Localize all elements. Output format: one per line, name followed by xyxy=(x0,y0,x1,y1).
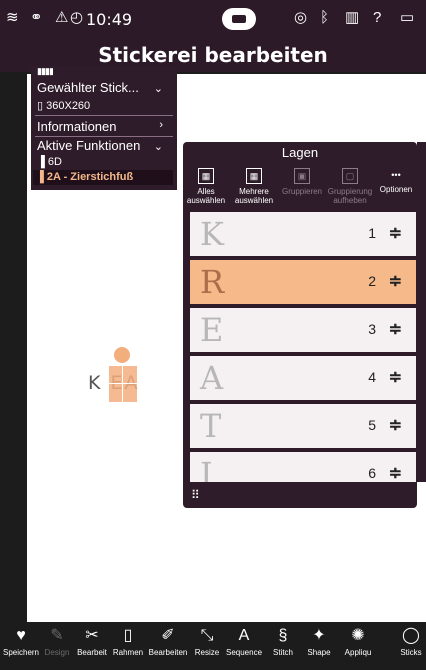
layer-thumbnail: A xyxy=(200,359,224,397)
needle-icon: ▐ xyxy=(37,156,45,168)
layers-toolbar: ▦ Alles auswählen ▦ Mehrere auswählen ▣ … xyxy=(183,164,417,208)
multi-select-icon: ▦ xyxy=(246,168,262,184)
foot-icon: ▐ xyxy=(36,171,44,183)
hoop-size: ▯ 360X260 xyxy=(37,100,91,112)
machine-icon[interactable] xyxy=(222,8,256,30)
select-all-button[interactable]: ▦ Alles auswählen xyxy=(183,168,229,205)
applique-button[interactable]: ✺ Appliqu xyxy=(340,626,376,657)
design-button[interactable]: ✎ Design xyxy=(42,626,72,657)
heart-icon: ♥ xyxy=(16,627,26,644)
rotate-handle[interactable] xyxy=(114,347,130,363)
group-icon: ▣ xyxy=(294,168,310,184)
layer-item[interactable]: K 1 ≑ xyxy=(190,212,416,256)
layers-title: Lagen xyxy=(281,145,319,160)
alert-icon: ⚠ xyxy=(55,9,69,26)
layer-item[interactable]: E 3 ≑ xyxy=(190,308,416,352)
edit-icon: ✂ xyxy=(85,627,99,644)
layer-item[interactable]: T 5 ≑ xyxy=(190,404,416,448)
selection-box[interactable] xyxy=(109,366,137,402)
drag-handle-icon[interactable]: ≑ xyxy=(389,463,402,482)
chevron-right-icon: › xyxy=(159,119,163,131)
book-icon[interactable]: ▥ xyxy=(345,10,359,26)
chevron-down-icon: ⌄ xyxy=(153,83,163,95)
chevron-down-icon: ⌄ xyxy=(153,141,163,153)
layer-item[interactable]: A 4 ≑ xyxy=(190,356,416,400)
save-button[interactable]: ♥ Speichern xyxy=(2,626,40,657)
group-button[interactable]: ▣ Gruppieren xyxy=(279,168,325,196)
drag-handle-icon[interactable]: ≑ xyxy=(389,415,402,435)
bluetooth-icon: ᛒ xyxy=(320,9,330,26)
tablet-icon[interactable]: ▭ xyxy=(400,10,414,26)
layer-number: 5 xyxy=(368,417,376,433)
ungroup-button[interactable]: ▢ Gruppierung aufheben xyxy=(327,168,373,205)
layer-thumbnail: K xyxy=(200,215,224,253)
hoop-icon: ▯ xyxy=(37,100,44,112)
presser-foot-info: ▐ 2A - Zierstichfuß xyxy=(33,170,173,185)
layer-list[interactable]: K 1 ≑ R 2 ≑ E 3 ≑ A 4 ≑ T 5 ≑ I 6 ≑ xyxy=(190,212,416,482)
layer-number: 3 xyxy=(368,321,376,337)
informationen-item[interactable]: Informationen › xyxy=(37,119,171,134)
needle-info: ▐ 6D xyxy=(37,156,62,168)
select-all-icon: ▦ xyxy=(198,168,214,184)
left-edge xyxy=(0,74,27,622)
selection-crosshair-h xyxy=(109,383,137,384)
resize-grip-icon[interactable]: ⠿ xyxy=(191,488,200,502)
hoop-button[interactable]: ▯ Rahmen xyxy=(112,626,144,657)
drag-handle-icon[interactable]: ≑ xyxy=(389,367,402,387)
clock-icon: ◴ xyxy=(70,9,84,26)
layers-panel: Lagen ▦ Alles auswählen ▦ Mehrere auswäh… xyxy=(183,142,417,508)
layer-thumbnail: R xyxy=(200,263,225,301)
selected-design-label: Gewählter Stick... xyxy=(37,80,139,95)
layer-thumbnail: I xyxy=(200,455,213,482)
divider xyxy=(35,115,173,116)
options-button[interactable]: ••• Optionen xyxy=(373,168,417,194)
layer-item[interactable]: I 6 ≑ xyxy=(190,452,416,482)
more-icon: ••• xyxy=(391,170,401,180)
drag-handle-icon[interactable]: ≑ xyxy=(389,271,402,291)
sequence-button[interactable]: A Sequence xyxy=(224,626,264,657)
stitch-icon: § xyxy=(278,627,288,644)
stitch-button[interactable]: § Stitch xyxy=(266,626,300,657)
hoop-icon: ▯ xyxy=(123,627,133,644)
multi-select-button[interactable]: ▦ Mehrere auswählen xyxy=(231,168,277,205)
shape-icon: ✦ xyxy=(312,627,326,644)
sequence-icon: A xyxy=(238,627,250,644)
wifi-icon: ≋ xyxy=(6,9,19,26)
design-preview[interactable]: K EA xyxy=(88,370,198,400)
layer-number: 4 xyxy=(368,369,376,385)
resize-button[interactable]: ⤡ Resize xyxy=(192,626,222,657)
layer-number: 2 xyxy=(368,273,376,289)
no-sync-icon: ⚭ xyxy=(30,9,43,26)
clock-time: 10:49 xyxy=(86,10,133,29)
bobbin-icon: ◎ xyxy=(294,9,308,26)
shape-button[interactable]: ✦ Shape xyxy=(302,626,336,657)
design-icon: ✎ xyxy=(50,627,64,644)
layer-number: 1 xyxy=(368,225,376,241)
active-functions-dropdown[interactable]: Aktive Funktionen ⌄ xyxy=(37,138,171,153)
status-bar: ≋ ⚭ ⚠ ◴ 10:49 ◎ ᛒ ▥ ? ▭ xyxy=(0,0,426,38)
drag-handle-icon[interactable]: ≑ xyxy=(389,319,402,339)
applique-icon: ✺ xyxy=(351,627,365,644)
bottom-toolbar: ♥ Speichern ✎ Design ✂ Bearbeit ▯ Rahmen… xyxy=(0,622,426,670)
layer-number: 6 xyxy=(368,465,376,481)
grip-icon[interactable]: ▮▮▮▮ xyxy=(37,66,171,77)
drag-handle-icon[interactable]: ≑ xyxy=(389,223,402,243)
ungroup-icon: ▢ xyxy=(342,168,358,184)
sticks-icon: ◯ xyxy=(402,627,420,644)
selected-design-dropdown[interactable]: Gewählter Stick... ⌄ xyxy=(37,80,171,95)
layers-footer: ⠿ xyxy=(183,482,417,508)
edit-stitches-button[interactable]: ✐ Bearbeiten xyxy=(146,626,190,657)
bearbeit-button[interactable]: ✂ Bearbeit xyxy=(74,626,110,657)
divider xyxy=(35,136,173,137)
sticks-button[interactable]: ◯ Sticks xyxy=(396,626,426,657)
edit-stitches-icon: ✐ xyxy=(161,627,175,644)
right-panel-edge xyxy=(417,142,426,482)
layer-thumbnail: T xyxy=(200,407,222,445)
resize-icon: ⤡ xyxy=(200,627,214,644)
layer-item-selected[interactable]: R 2 ≑ xyxy=(190,260,416,304)
help-icon[interactable]: ? xyxy=(373,10,381,26)
layer-thumbnail: E xyxy=(200,311,224,349)
selection-crosshair-v xyxy=(122,366,123,402)
